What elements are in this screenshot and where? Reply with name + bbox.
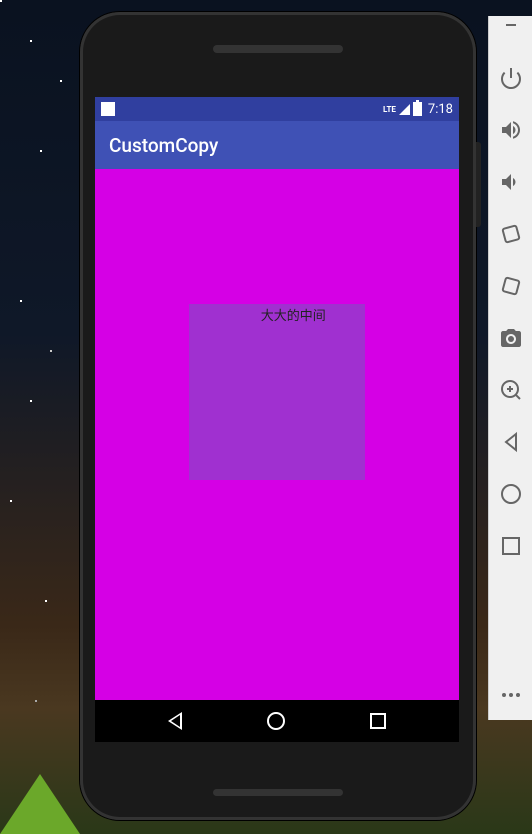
wallpaper-tent (0, 774, 80, 834)
nav-recent-button[interactable] (370, 713, 386, 729)
toolbar-home-button[interactable] (496, 479, 526, 509)
rotate-left-icon (499, 222, 523, 246)
rotate-right-button[interactable] (496, 271, 526, 301)
back-icon (499, 430, 523, 454)
status-time: 7:18 (428, 102, 453, 117)
nav-back-button[interactable] (168, 712, 182, 730)
more-button[interactable] (496, 680, 526, 710)
minimize-button[interactable] (506, 24, 516, 26)
zoom-icon (499, 378, 523, 402)
phone-device-frame: LTE 7:18 CustomCopy 大大的中间 (80, 12, 476, 820)
app-bar: CustomCopy (95, 121, 459, 169)
emulator-toolbar (488, 16, 532, 720)
battery-icon (413, 102, 422, 116)
phone-speaker-top (213, 45, 343, 53)
phone-screen: LTE 7:18 CustomCopy 大大的中间 (95, 97, 459, 742)
volume-down-button[interactable] (496, 167, 526, 197)
rotate-left-button[interactable] (496, 219, 526, 249)
status-bar: LTE 7:18 (95, 97, 459, 121)
volume-up-button[interactable] (496, 115, 526, 145)
zoom-button[interactable] (496, 375, 526, 405)
app-title: CustomCopy (109, 134, 218, 157)
rotate-right-icon (499, 274, 523, 298)
screenshot-button[interactable] (496, 323, 526, 353)
center-box[interactable] (189, 304, 365, 480)
power-icon (499, 66, 523, 90)
toolbar-back-button[interactable] (496, 427, 526, 457)
recent-icon (499, 534, 523, 558)
nav-home-button[interactable] (267, 712, 285, 730)
more-icon (499, 683, 523, 707)
home-icon (499, 482, 523, 506)
power-button[interactable] (496, 63, 526, 93)
center-label: 大大的中间 (261, 305, 326, 324)
phone-volume-rocker (476, 142, 481, 227)
volume-down-icon (499, 170, 523, 194)
status-notification-icon (101, 102, 115, 116)
toolbar-recent-button[interactable] (496, 531, 526, 561)
network-label: LTE (383, 105, 396, 114)
signal-icon (399, 104, 410, 115)
phone-speaker-bottom (213, 789, 343, 796)
app-content[interactable]: 大大的中间 (95, 169, 459, 700)
navigation-bar (95, 700, 459, 742)
volume-up-icon (499, 118, 523, 142)
camera-icon (499, 326, 523, 350)
